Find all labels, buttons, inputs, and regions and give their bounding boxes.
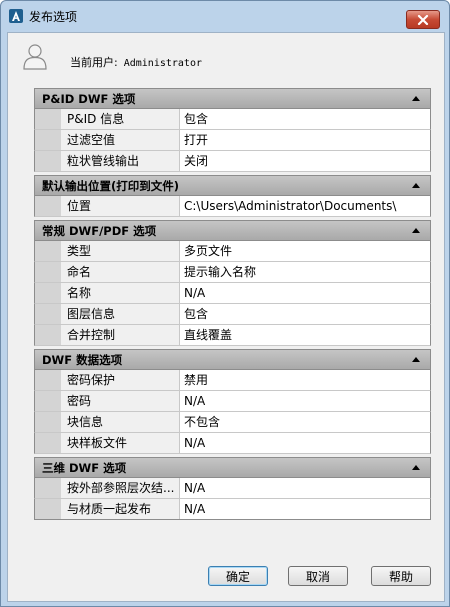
row-margin	[35, 241, 61, 261]
property-row[interactable]: 与材质一起发布 N/A	[34, 499, 431, 520]
row-margin	[35, 391, 61, 411]
property-row[interactable]: 合并控制 直线覆盖	[34, 325, 431, 346]
row-margin	[35, 283, 61, 303]
property-name: 命名	[61, 262, 180, 282]
property-row[interactable]: 块信息 不包含	[34, 412, 431, 433]
row-margin	[35, 499, 61, 519]
close-button[interactable]	[406, 10, 440, 29]
triangle-up-icon[interactable]	[412, 465, 420, 470]
property-name: 密码保护	[61, 370, 180, 390]
property-name: P&ID 信息	[61, 109, 180, 129]
row-margin	[35, 433, 61, 453]
property-row[interactable]: P&ID 信息 包含	[34, 109, 431, 130]
section-title: P&ID DWF 选项	[42, 92, 136, 106]
row-margin	[35, 130, 61, 150]
property-row[interactable]: 图层信息 包含	[34, 304, 431, 325]
property-row[interactable]: 密码保护 禁用	[34, 370, 431, 391]
ok-button[interactable]: 确定	[208, 566, 268, 586]
dialog-body: 当前用户: Administrator P&ID DWF 选项 P&ID 信息 包含…	[7, 32, 445, 602]
autocad-a-icon	[9, 9, 23, 23]
property-row[interactable]: 过滤空值 打开	[34, 130, 431, 151]
row-margin	[35, 412, 61, 432]
property-name: 与材质一起发布	[61, 499, 180, 519]
section-title: 三维 DWF 选项	[42, 461, 127, 475]
section-title: 默认输出位置(打印到文件)	[42, 179, 180, 193]
window-title: 发布选项	[29, 10, 78, 24]
section-header[interactable]: 常规 DWF/PDF 选项	[34, 220, 431, 241]
property-row[interactable]: 粒状管线输出 关闭	[34, 151, 431, 172]
property-value[interactable]: 提示输入名称	[181, 262, 430, 282]
property-name: 合并控制	[61, 325, 180, 345]
user-silhouette-icon	[23, 44, 47, 70]
triangle-up-icon[interactable]	[412, 96, 420, 101]
property-row[interactable]: 位置 C:\Users\Administrator\Documents\	[34, 196, 431, 217]
section-header[interactable]: DWF 数据选项	[34, 349, 431, 370]
property-name: 块样板文件	[61, 433, 180, 453]
property-value[interactable]: 禁用	[181, 370, 430, 390]
row-margin	[35, 109, 61, 129]
triangle-up-icon[interactable]	[412, 228, 420, 233]
property-row[interactable]: 按外部参照层次结... N/A	[34, 478, 431, 499]
section-header[interactable]: 默认输出位置(打印到文件)	[34, 175, 431, 196]
property-value[interactable]: C:\Users\Administrator\Documents\	[181, 196, 430, 216]
row-margin	[35, 196, 61, 216]
help-button[interactable]: 帮助	[371, 566, 431, 586]
current-user-value: Administrator	[123, 58, 202, 69]
title-bar[interactable]: 发布选项	[1, 1, 449, 31]
property-value[interactable]: 多页文件	[181, 241, 430, 261]
current-user-line: 当前用户: Administrator	[70, 54, 202, 70]
property-row[interactable]: 命名 提示输入名称	[34, 262, 431, 283]
property-value[interactable]: N/A	[181, 499, 430, 519]
section-header[interactable]: 三维 DWF 选项	[34, 457, 431, 478]
property-row[interactable]: 类型 多页文件	[34, 241, 431, 262]
property-value[interactable]: 包含	[181, 304, 430, 324]
property-value[interactable]: N/A	[181, 433, 430, 453]
triangle-up-icon[interactable]	[412, 357, 420, 362]
property-value[interactable]: 不包含	[181, 412, 430, 432]
property-name: 名称	[61, 283, 180, 303]
current-user-label: 当前用户:	[70, 56, 118, 69]
row-margin	[35, 151, 61, 171]
property-name: 密码	[61, 391, 180, 411]
property-value[interactable]: 直线覆盖	[181, 325, 430, 345]
property-value[interactable]: N/A	[181, 283, 430, 303]
property-name: 按外部参照层次结...	[61, 478, 180, 498]
cancel-button[interactable]: 取消	[288, 566, 348, 586]
property-name: 图层信息	[61, 304, 180, 324]
options-grid: P&ID DWF 选项 P&ID 信息 包含 过滤空值 打开 粒状管线输出 关闭 默认…	[34, 88, 431, 520]
property-name: 块信息	[61, 412, 180, 432]
property-name: 位置	[61, 196, 180, 216]
section-title: DWF 数据选项	[42, 353, 123, 367]
triangle-up-icon[interactable]	[412, 183, 420, 188]
row-margin	[35, 478, 61, 498]
row-margin	[35, 370, 61, 390]
row-margin	[35, 304, 61, 324]
property-name: 过滤空值	[61, 130, 180, 150]
section-header[interactable]: P&ID DWF 选项	[34, 88, 431, 109]
section-title: 常规 DWF/PDF 选项	[42, 224, 157, 238]
property-value[interactable]: 打开	[181, 130, 430, 150]
property-name: 类型	[61, 241, 180, 261]
row-margin	[35, 325, 61, 345]
property-value[interactable]: N/A	[181, 391, 430, 411]
property-row[interactable]: 名称 N/A	[34, 283, 431, 304]
property-row[interactable]: 密码 N/A	[34, 391, 431, 412]
publish-options-dialog: 发布选项 当前用户: Administrator P&ID DWF 选项 P&ID…	[0, 0, 450, 607]
property-row[interactable]: 块样板文件 N/A	[34, 433, 431, 454]
property-value[interactable]: 包含	[181, 109, 430, 129]
close-x-icon	[417, 14, 429, 25]
row-margin	[35, 262, 61, 282]
property-value[interactable]: N/A	[181, 478, 430, 498]
property-value[interactable]: 关闭	[181, 151, 430, 171]
property-name: 粒状管线输出	[61, 151, 180, 171]
